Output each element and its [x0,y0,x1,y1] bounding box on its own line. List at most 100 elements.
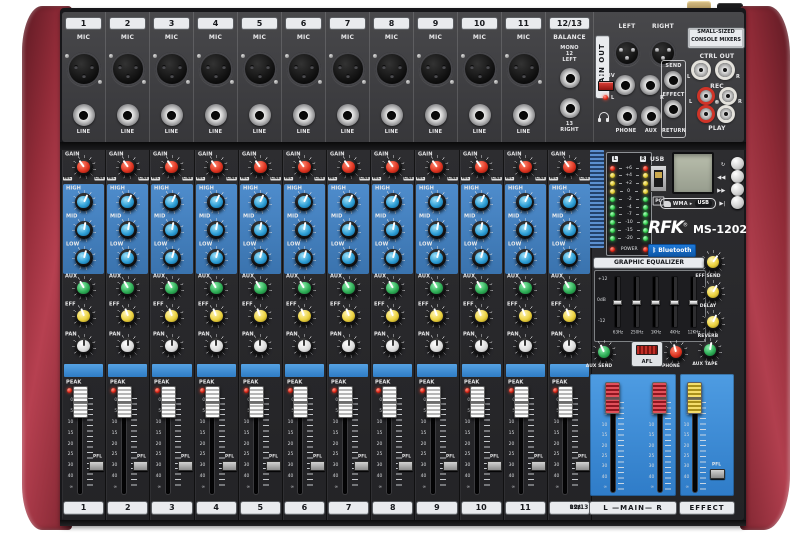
channel-2-aux-knob[interactable] [116,276,140,300]
channel-7-mid-knob[interactable] [337,218,361,242]
channel-4-low-knob[interactable] [204,246,228,270]
channel-3-high-knob[interactable] [160,190,184,214]
channel-1-fader[interactable] [73,386,88,418]
channel-5-low-knob[interactable] [248,246,272,270]
channel-4-pfl-button[interactable] [222,461,237,471]
channel-3-eff-knob[interactable] [160,304,184,328]
channel-4-eff-knob[interactable] [204,304,228,328]
channel-4-high-knob[interactable] [204,190,228,214]
channel-10-fader[interactable] [470,386,485,418]
channel-8-low-knob[interactable] [381,246,405,270]
channel-6-aux-knob[interactable] [292,276,316,300]
channel-4-pan-knob[interactable] [204,334,228,358]
channel-7-pan-knob[interactable] [337,334,361,358]
channel-2-mid-knob[interactable] [116,218,140,242]
channel-12/13-fader[interactable] [558,386,573,418]
channel-2-pan-knob[interactable] [116,334,140,358]
channel-4-fader[interactable] [205,386,220,418]
channel-9-gain-knob[interactable] [425,155,449,179]
channel-11-pan-knob[interactable] [513,334,537,358]
channel-5-pan-knob[interactable] [248,334,272,358]
channel-11-pfl-button[interactable] [531,461,546,471]
channel-9-aux-knob[interactable] [425,276,449,300]
channel-2-high-knob[interactable] [116,190,140,214]
channel-8-eff-knob[interactable] [381,304,405,328]
channel-3-fader[interactable] [161,386,176,418]
previous-button[interactable] [731,170,744,183]
channel-9-high-knob[interactable] [425,190,449,214]
channel-6-gain-knob[interactable] [292,155,316,179]
reverb-knob[interactable] [701,310,725,334]
channel-11-aux-knob[interactable] [513,276,537,300]
channel-2-pfl-button[interactable] [133,461,148,471]
next-button[interactable] [731,183,744,196]
channel-4-aux-knob[interactable] [204,276,228,300]
channel-2-gain-knob[interactable] [116,155,140,179]
channel-6-eff-knob[interactable] [292,304,316,328]
channel-7-fader[interactable] [338,386,353,418]
channel-1-pfl-button[interactable] [89,461,104,471]
channel-3-aux-knob[interactable] [160,276,184,300]
delay-knob[interactable] [701,280,725,304]
channel-6-pan-knob[interactable] [292,334,316,358]
channel-8-aux-knob[interactable] [381,276,405,300]
channel-12/13-pfl-button[interactable] [575,461,590,471]
afl-button[interactable] [636,345,658,355]
channel-3-pfl-button[interactable] [178,461,193,471]
channel-6-mid-knob[interactable] [292,218,316,242]
channel-12/13-pan-knob[interactable] [557,334,581,358]
channel-12/13-aux-knob[interactable] [557,276,581,300]
channel-8-gain-knob[interactable] [381,155,405,179]
channel-7-high-knob[interactable] [337,190,361,214]
channel-3-pan-knob[interactable] [160,334,184,358]
channel-10-eff-knob[interactable] [469,304,493,328]
channel-8-high-knob[interactable] [381,190,405,214]
channel-9-eff-knob[interactable] [425,304,449,328]
channel-12/13-mid-knob[interactable] [557,218,581,242]
channel-7-pfl-button[interactable] [354,461,369,471]
main-right-fader[interactable] [652,382,667,414]
channel-9-pfl-button[interactable] [443,461,458,471]
channel-5-gain-knob[interactable] [248,155,272,179]
aux-send-knob[interactable] [592,340,616,364]
channel-1-low-knob[interactable] [72,246,96,270]
channel-7-low-knob[interactable] [337,246,361,270]
channel-10-pan-knob[interactable] [469,334,493,358]
channel-11-gain-knob[interactable] [513,155,537,179]
eq-12KHz-slider[interactable] [689,300,698,305]
channel-1-gain-knob[interactable] [72,155,96,179]
channel-11-mid-knob[interactable] [513,218,537,242]
channel-6-low-knob[interactable] [292,246,316,270]
phantom-power-switch[interactable] [598,81,614,91]
channel-12/13-eff-knob[interactable] [557,304,581,328]
channel-9-low-knob[interactable] [425,246,449,270]
channel-6-high-knob[interactable] [292,190,316,214]
channel-10-mid-knob[interactable] [469,218,493,242]
channel-10-gain-knob[interactable] [469,155,493,179]
channel-2-low-knob[interactable] [116,246,140,270]
channel-8-pan-knob[interactable] [381,334,405,358]
channel-5-eff-knob[interactable] [248,304,272,328]
channel-11-fader[interactable] [514,386,529,418]
channel-8-mid-knob[interactable] [381,218,405,242]
channel-1-aux-knob[interactable] [72,276,96,300]
channel-9-fader[interactable] [426,386,441,418]
channel-2-fader[interactable] [117,386,132,418]
play-pause-button[interactable] [731,196,744,209]
channel-5-high-knob[interactable] [248,190,272,214]
channel-5-mid-knob[interactable] [248,218,272,242]
eq-63Hz-slider[interactable] [613,300,622,305]
channel-11-high-knob[interactable] [513,190,537,214]
channel-7-gain-knob[interactable] [337,155,361,179]
afl-switch[interactable]: AFL [632,342,662,366]
channel-10-low-knob[interactable] [469,246,493,270]
channel-6-fader[interactable] [293,386,308,418]
channel-10-pfl-button[interactable] [487,461,502,471]
channel-3-mid-knob[interactable] [160,218,184,242]
repeat-button[interactable] [731,157,744,170]
main-left-fader[interactable] [605,382,620,414]
channel-1-eff-knob[interactable] [72,304,96,328]
channel-12/13-gain-knob[interactable] [557,155,581,179]
channel-11-low-knob[interactable] [513,246,537,270]
channel-12/13-high-knob[interactable] [557,190,581,214]
